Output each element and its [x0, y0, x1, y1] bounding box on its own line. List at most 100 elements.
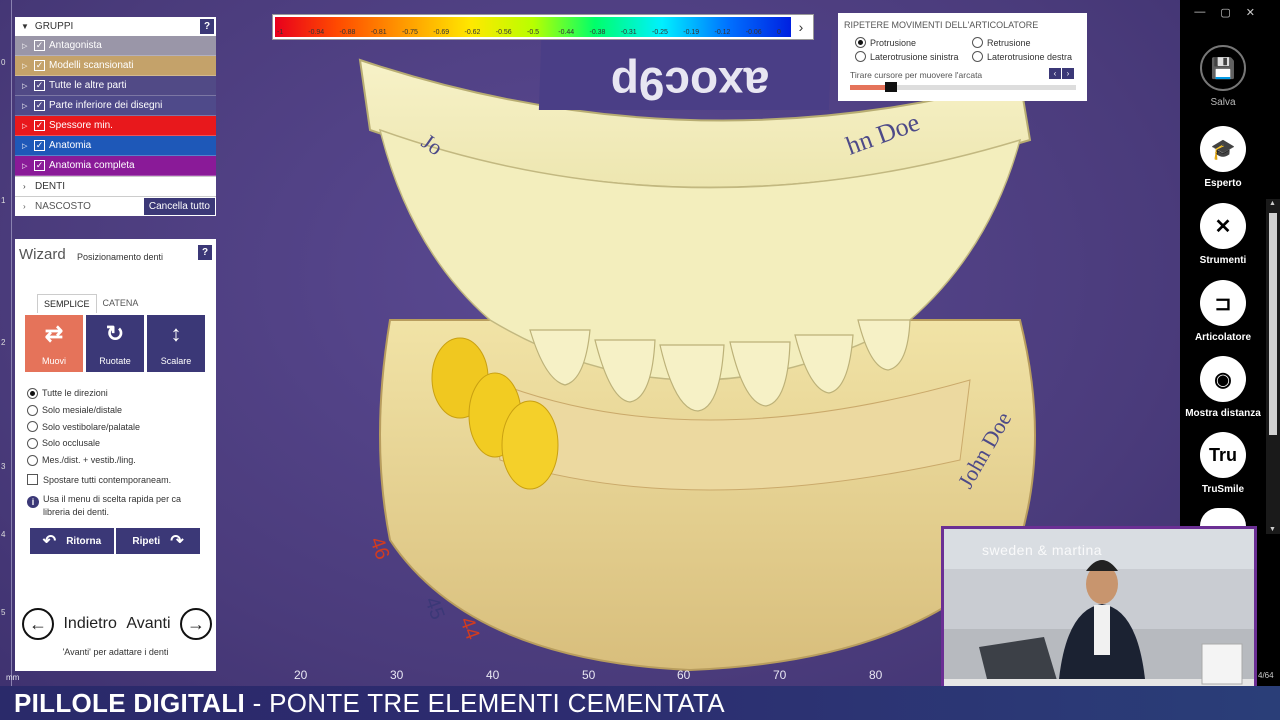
groups-header[interactable]: ▼ GRUPPI ?: [15, 17, 216, 36]
restore-button[interactable]: ▢: [1220, 6, 1230, 19]
tools-icon: ✕: [1200, 203, 1246, 249]
direction-option[interactable]: Solo mesiale/distale: [27, 402, 140, 419]
scroll-up-icon[interactable]: ▲: [1269, 200, 1276, 207]
option-label: Mes./dist. + vestib./ling.: [42, 455, 136, 466]
group-checkbox[interactable]: ✓: [34, 100, 45, 111]
undo-button[interactable]: ↶ Ritorna: [30, 528, 114, 554]
protrusion-option[interactable]: Protrusione: [855, 37, 916, 48]
presenter-scene: [944, 560, 1254, 703]
radio-button[interactable]: [855, 37, 866, 48]
groups-title: GRUPPI: [34, 21, 74, 32]
minimize-button[interactable]: —: [1194, 6, 1205, 19]
chevron-right-icon[interactable]: ▷: [22, 122, 34, 130]
tools-button[interactable]: ✕ Strumenti: [1180, 203, 1266, 266]
radio-button[interactable]: [972, 51, 983, 62]
scale-tick: -0.12: [714, 29, 731, 36]
radio-button[interactable]: [27, 404, 38, 416]
redo-button[interactable]: Ripeti ↷: [116, 528, 200, 554]
move-arrows-icon: ⇄: [44, 321, 64, 346]
scroll-thumb[interactable]: [1269, 213, 1277, 435]
show-distance-button[interactable]: ◉ Mostra distanza: [1180, 356, 1266, 419]
more-button[interactable]: [1180, 508, 1266, 526]
radio-button[interactable]: [27, 437, 38, 449]
scale-tick: -0.75: [402, 29, 418, 36]
left-laterotrusion-option[interactable]: Laterotrusione sinistra: [855, 51, 959, 62]
chevron-right-icon[interactable]: ▷: [22, 42, 34, 50]
chevron-right-icon[interactable]: ▷: [22, 62, 34, 70]
scale-tick: -0.44: [558, 29, 575, 36]
group-checkbox[interactable]: ✓: [34, 120, 45, 131]
ruler-label: 2: [1, 338, 6, 347]
chevron-left-icon[interactable]: ‹: [1049, 68, 1061, 79]
scale-tick: -0.06: [745, 29, 762, 36]
direction-option[interactable]: Mes./dist. + vestib./ling.: [27, 452, 140, 469]
ruler-label: 1: [1, 196, 6, 205]
group-row[interactable]: ▷ ✓ Tutte le altre parti: [15, 76, 216, 96]
next-arrow-icon[interactable]: →: [179, 608, 212, 640]
group-label: Parte inferiore dei disegni: [49, 100, 163, 111]
group-label: Spessore min.: [49, 120, 113, 131]
chevron-right-icon[interactable]: ▷: [22, 142, 34, 150]
group-row[interactable]: ▷ ✓ Anatomia: [15, 136, 216, 156]
wizard-hint: 'Avanti' per adattare i denti: [62, 647, 169, 657]
next-button[interactable]: Avanti: [126, 615, 170, 633]
chevron-right-icon[interactable]: ›: [1062, 68, 1074, 79]
retrusion-option[interactable]: Retrusione: [972, 37, 1031, 48]
group-row[interactable]: ▷ ✓ Anatomia completa: [15, 156, 216, 176]
scroll-down-icon[interactable]: ▼: [1269, 526, 1276, 533]
chevron-right-icon[interactable]: ▷: [22, 82, 34, 90]
radio-button[interactable]: [27, 387, 38, 399]
radio-button[interactable]: [27, 454, 38, 466]
save-button[interactable]: 💾 Salva: [1180, 45, 1266, 108]
move-button[interactable]: ⇄ Muovi: [25, 315, 83, 372]
back-button[interactable]: Indietro: [63, 615, 116, 633]
group-checkbox[interactable]: ✓: [34, 40, 45, 51]
direction-option[interactable]: Solo vestibolare/palatale: [27, 418, 140, 435]
denti-section[interactable]: › DENTI: [15, 176, 216, 196]
direction-option[interactable]: Solo occlusale: [27, 435, 140, 452]
help-button[interactable]: ?: [200, 19, 214, 34]
radio-button[interactable]: [972, 37, 983, 48]
wizard-panel: Wizard Posizionamento denti ? SEMPLICE C…: [15, 239, 216, 671]
chevron-right-icon[interactable]: ▷: [22, 102, 34, 110]
expert-button[interactable]: 🎓 Esperto: [1180, 126, 1266, 189]
scale-ticks: -1 -0.94 -0.88 -0.81 -0.75 -0.69 -0.62 -0.56 -0.…: [275, 29, 791, 39]
move-all-checkbox[interactable]: Spostare tutti contemporaneam.: [27, 474, 171, 485]
rotate-button[interactable]: ↻ Ruotate: [86, 315, 144, 372]
option-label: Laterotrusione sinistra: [870, 51, 959, 62]
cancel-all-button[interactable]: Cancella tutto: [143, 198, 215, 215]
trusmile-button[interactable]: Tru TruSmile: [1180, 432, 1266, 495]
group-row[interactable]: ▷ ✓ Parte inferiore dei disegni: [15, 96, 216, 116]
group-row[interactable]: ▷ ✓ Modelli scansionati: [15, 56, 216, 76]
articulator-label: Articolatore: [1194, 332, 1252, 343]
group-checkbox[interactable]: ✓: [34, 160, 45, 171]
nascosto-section[interactable]: › NASCOSTO Cancella tutto: [15, 196, 216, 216]
ruler-tick: 40: [486, 668, 500, 682]
help-button[interactable]: ?: [198, 245, 212, 260]
articulator-button[interactable]: ⊐ Articolatore: [1180, 280, 1266, 343]
close-button[interactable]: ✕: [1246, 6, 1255, 19]
chevron-right-icon[interactable]: ▷: [22, 162, 34, 170]
tab-catena[interactable]: CATENA: [97, 294, 145, 313]
direction-option[interactable]: Tutte le direzioni: [27, 385, 140, 402]
distance-icon: ◉: [1200, 356, 1246, 402]
radio-button[interactable]: [855, 51, 866, 62]
back-arrow-icon[interactable]: ←: [22, 608, 54, 640]
group-checkbox[interactable]: ✓: [34, 60, 45, 71]
group-row[interactable]: ▷ ✓ Spessore min.: [15, 116, 216, 136]
checkbox[interactable]: [27, 474, 38, 485]
chevron-right-icon[interactable]: ›: [789, 15, 813, 39]
group-checkbox[interactable]: ✓: [34, 80, 45, 91]
right-laterotrusion-option[interactable]: Laterotrusione destra: [972, 51, 1072, 62]
scale-tick: -0.31: [620, 29, 637, 36]
radio-button[interactable]: [27, 421, 38, 433]
scale-button[interactable]: ↕ Scalare: [147, 315, 205, 372]
slider-thumb[interactable]: [884, 82, 897, 92]
tab-semplice[interactable]: SEMPLICE: [37, 294, 97, 313]
scale-tick: -0.69: [433, 29, 450, 36]
group-checkbox[interactable]: ✓: [34, 140, 45, 151]
group-row[interactable]: ▷ ✓ Antagonista: [15, 36, 216, 56]
option-label: Laterotrusione destra: [987, 51, 1073, 62]
arch-slider[interactable]: [850, 82, 1076, 92]
sidebar-scrollbar[interactable]: ▲ ▼: [1266, 199, 1280, 534]
